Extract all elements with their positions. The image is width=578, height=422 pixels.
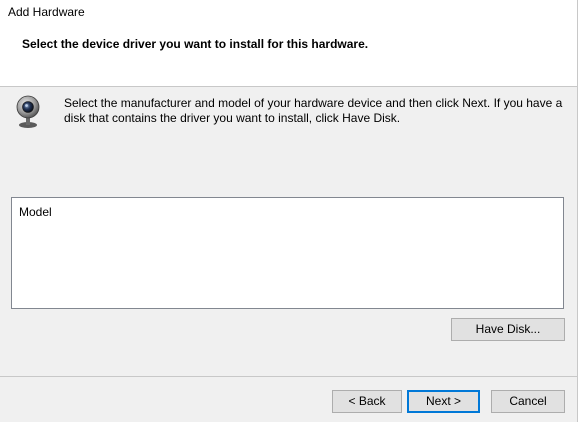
wizard-header: Add Hardware Select the device driver yo… — [0, 0, 577, 87]
model-column-header: Model — [19, 205, 52, 219]
add-hardware-wizard: Add Hardware Select the device driver yo… — [0, 0, 578, 422]
cancel-button[interactable]: Cancel — [491, 390, 565, 413]
model-list[interactable]: Model — [11, 197, 564, 309]
instructions-text: Select the manufacturer and model of you… — [64, 96, 563, 125]
back-button[interactable]: < Back — [332, 390, 402, 413]
have-disk-button[interactable]: Have Disk... — [451, 318, 565, 341]
footer-divider — [0, 376, 577, 377]
page-heading: Select the device driver you want to ins… — [22, 37, 369, 51]
webcam-icon — [16, 95, 40, 128]
next-button[interactable]: Next > — [407, 390, 480, 413]
window-title: Add Hardware — [8, 5, 85, 19]
